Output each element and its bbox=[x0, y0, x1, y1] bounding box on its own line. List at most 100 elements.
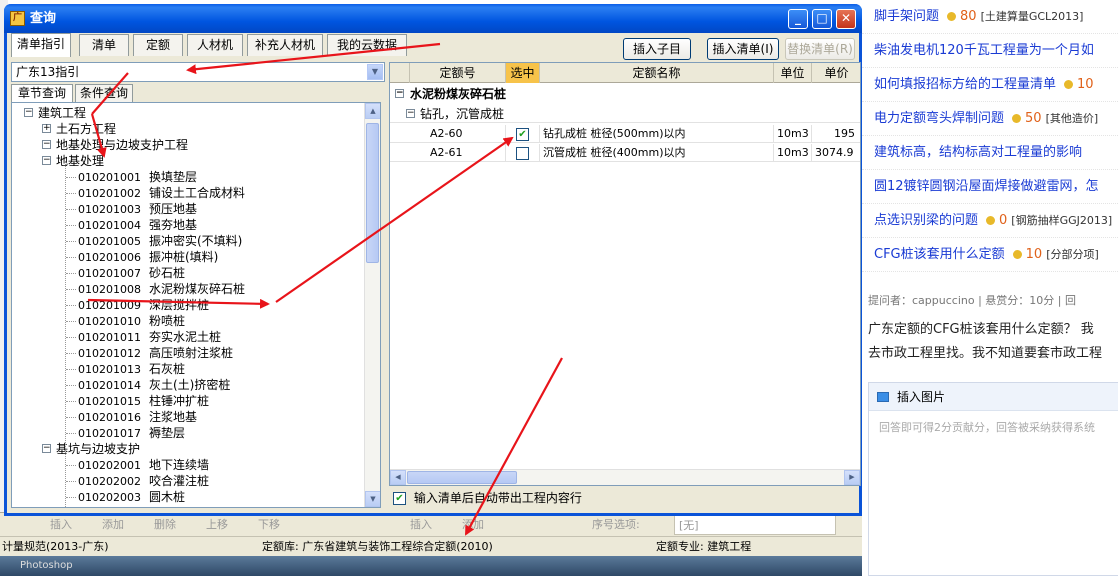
reply-editor[interactable]: 插入图片 回答即可得2分贡献分，回答被采纳获得系统 bbox=[868, 382, 1118, 576]
insert-child-button[interactable]: 插入子目 bbox=[623, 38, 691, 60]
grid-hscrollbar[interactable]: ◀ ▶ bbox=[390, 469, 860, 485]
maximize-button[interactable]: □ bbox=[812, 9, 832, 29]
question-link[interactable]: CFG桩该套用什么定额 bbox=[874, 247, 1005, 262]
bg-toolbar-button[interactable]: 插入 bbox=[410, 515, 432, 535]
chevron-down-icon[interactable]: ▼ bbox=[367, 64, 383, 80]
tree-item-node[interactable]: + 土石方工程 bbox=[12, 121, 362, 137]
collapse-icon[interactable]: − bbox=[24, 108, 33, 117]
col-selected[interactable]: 选中 bbox=[506, 63, 540, 83]
question-link[interactable]: 点选识别梁的问题 bbox=[874, 213, 978, 228]
collapse-icon[interactable]: − bbox=[42, 156, 51, 165]
insert-list-button[interactable]: 插入清单(I) bbox=[707, 38, 779, 60]
question-link[interactable]: 脚手架问题 bbox=[874, 9, 939, 24]
grid-subgroup-row[interactable]: − 钻孔，沉管成桩 bbox=[390, 105, 860, 123]
tab-supplement-material[interactable]: 补充人材机 bbox=[247, 34, 323, 56]
tree-item-code: 010201014 bbox=[78, 379, 141, 392]
tab-list[interactable]: 清单 bbox=[79, 34, 129, 56]
row-checkbox[interactable] bbox=[516, 147, 529, 160]
tab-condition-query[interactable]: 条件查询 bbox=[75, 84, 133, 102]
tree-item-code: 010202001 bbox=[78, 459, 141, 472]
bg-toolbar-button[interactable]: 下移 bbox=[258, 515, 280, 535]
question-item[interactable]: 柴油发电机120千瓦工程量为一个月如 bbox=[862, 34, 1118, 68]
tree-item-node[interactable]: − 地基处理与边坡支护工程 bbox=[12, 137, 362, 153]
insert-image-button[interactable]: 插入图片 bbox=[869, 383, 1118, 411]
tree-item-label: 夯实水泥土桩 bbox=[149, 330, 222, 344]
collapse-icon[interactable]: − bbox=[42, 444, 51, 453]
scroll-thumb[interactable] bbox=[407, 471, 517, 484]
col-unit[interactable]: 单位 bbox=[774, 63, 812, 83]
question-item[interactable]: 点选识别梁的问题 0 [钢筋抽样GGJ2013] bbox=[862, 204, 1118, 238]
question-item[interactable]: 如何填报招标方给的工程量清单 10 bbox=[862, 68, 1118, 102]
expand-icon[interactable]: + bbox=[42, 124, 51, 133]
status-quota-lib: 定额库: 广东省建筑与装饰工程综合定额(2010) bbox=[262, 540, 493, 553]
tab-cloud-data[interactable]: 我的云数据 bbox=[327, 34, 407, 56]
scroll-up-icon[interactable]: ▲ bbox=[365, 103, 380, 119]
close-button[interactable]: ✕ bbox=[836, 9, 856, 29]
tree-item-code: 010201016 bbox=[78, 411, 141, 424]
tab-quota[interactable]: 定额 bbox=[133, 34, 183, 56]
question-link[interactable]: 建筑标高，结构标高对工程量的影响 bbox=[874, 145, 1082, 160]
question-link[interactable]: 圆12镀锌圆钢沿屋面焊接做避雷网，怎 bbox=[874, 179, 1099, 194]
tab-list-guide[interactable]: 清单指引 bbox=[11, 33, 71, 57]
tree-scrollbar[interactable]: ▲ ▼ bbox=[364, 103, 380, 507]
tree-connector bbox=[66, 353, 76, 354]
tree-connector bbox=[66, 369, 76, 370]
question-list: 脚手架问题 80 [土建算量GCL2013] 柴油发电机120千瓦工程量为一个月如 如何… bbox=[862, 0, 1118, 272]
scroll-left-icon[interactable]: ◀ bbox=[390, 470, 406, 485]
tree-item-text: 010201014 灰土(土)挤密桩 bbox=[78, 377, 230, 394]
grid-row[interactable]: A2-61 沉管成桩 桩径(400mm)以内 10m3 3074.9 bbox=[390, 144, 860, 162]
autofill-option[interactable]: ✔ 输入清单后自动带出工程内容行 bbox=[393, 490, 582, 506]
scroll-down-icon[interactable]: ▼ bbox=[365, 491, 380, 507]
coin-icon bbox=[986, 216, 996, 225]
chapter-tree[interactable]: ▲ ▼ − 建筑工程 + 土石方工程 − 地基处理与边坡支护工程 − 地基处理 01020100… bbox=[11, 102, 381, 508]
minimize-button[interactable]: _ bbox=[788, 9, 808, 29]
bg-toolbar-button[interactable]: 删除 bbox=[154, 515, 176, 535]
col-quota-code[interactable]: 定额号 bbox=[410, 63, 506, 83]
question-item[interactable]: CFG桩该套用什么定额 10 [分部分项] bbox=[862, 238, 1118, 272]
tab-chapter-query[interactable]: 章节查询 bbox=[11, 84, 73, 102]
bg-toolbar-button[interactable]: 添加 bbox=[102, 515, 124, 535]
seq-option-select[interactable]: [无] bbox=[674, 515, 836, 535]
bg-toolbar-button[interactable]: 上移 bbox=[206, 515, 228, 535]
tree-item-node[interactable]: − 建筑工程 bbox=[12, 105, 362, 121]
tree-item-text: 010201002 铺设土工合成材料 bbox=[78, 185, 245, 202]
tree-item-label: 预压地基 bbox=[149, 202, 198, 216]
grid-group-row[interactable]: − 水泥粉煤灰碎石桩 bbox=[390, 85, 860, 103]
replace-list-button[interactable]: 替换清单(R) bbox=[785, 38, 855, 60]
question-link[interactable]: 电力定额弯头焊制问题 bbox=[874, 111, 1004, 126]
tree-item-label: 粉喷桩 bbox=[149, 314, 186, 328]
reply-placeholder[interactable]: 回答即可得2分贡献分，回答被采纳获得系统 bbox=[869, 411, 1118, 443]
coin-icon bbox=[1064, 80, 1074, 89]
col-quota-name[interactable]: 定额名称 bbox=[540, 63, 774, 83]
question-item[interactable]: 脚手架问题 80 [土建算量GCL2013] bbox=[862, 0, 1118, 34]
question-category: [其他造价] bbox=[1045, 112, 1099, 125]
dialog-titlebar[interactable]: 广 查询 _ □ ✕ bbox=[4, 4, 862, 33]
question-link[interactable]: 柴油发电机120千瓦工程量为一个月如 bbox=[874, 43, 1094, 58]
tree-connector bbox=[66, 385, 76, 386]
guide-library-select[interactable]: 广东13指引 ▼ bbox=[11, 62, 385, 82]
question-item[interactable]: 圆12镀锌圆钢沿屋面焊接做避雷网，怎 bbox=[862, 170, 1118, 204]
question-link[interactable]: 如何填报招标方给的工程量清单 bbox=[874, 77, 1056, 92]
autofill-label: 输入清单后自动带出工程内容行 bbox=[413, 491, 582, 505]
collapse-icon[interactable]: − bbox=[42, 140, 51, 149]
grid-cell-check bbox=[506, 144, 540, 162]
collapse-icon[interactable]: − bbox=[406, 109, 415, 118]
bg-toolbar-button[interactable]: 插入 bbox=[50, 515, 72, 535]
tree-connector bbox=[66, 289, 76, 290]
tree-connector bbox=[65, 161, 66, 507]
row-checkbox[interactable]: ✔ bbox=[516, 128, 529, 141]
bg-toolbar-button[interactable]: 添加 bbox=[462, 515, 484, 535]
question-item[interactable]: 电力定额弯头焊制问题 50 [其他造价] bbox=[862, 102, 1118, 136]
tree-item-text: 010201006 振冲桩(填料) bbox=[78, 249, 218, 266]
question-item[interactable]: 建筑标高，结构标高对工程量的影响 bbox=[862, 136, 1118, 170]
scroll-thumb[interactable] bbox=[366, 123, 379, 263]
tab-labor-material[interactable]: 人材机 bbox=[187, 34, 243, 56]
autofill-checkbox[interactable]: ✔ bbox=[393, 492, 406, 505]
collapse-icon[interactable]: − bbox=[395, 89, 404, 98]
tree-item-label: 灰土(土)挤密桩 bbox=[149, 378, 231, 392]
grid-row[interactable]: A2-60 ✔ 钻孔成桩 桩径(500mm)以内 10m3 195 bbox=[390, 125, 860, 143]
col-price[interactable]: 单价 bbox=[812, 63, 860, 83]
reward-score: 50 bbox=[1025, 111, 1042, 126]
scroll-right-icon[interactable]: ▶ bbox=[844, 470, 860, 485]
grid-cell-code: A2-60 bbox=[410, 125, 506, 143]
